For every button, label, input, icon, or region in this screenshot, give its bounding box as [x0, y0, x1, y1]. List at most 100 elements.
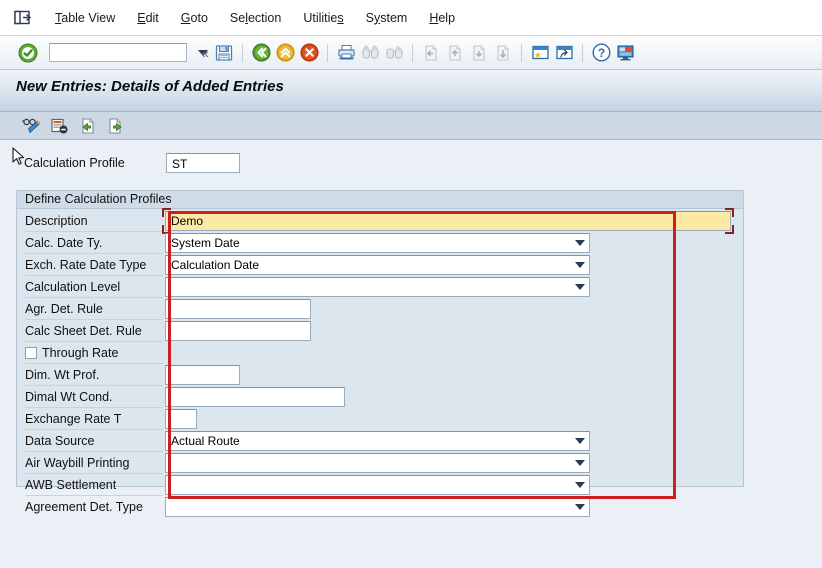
title-band: New Entries: Details of Added Entries [0, 70, 822, 112]
page-title-wrapper: New Entries: Details of Added Entries [16, 78, 284, 95]
menu-item-system[interactable]: System [355, 9, 419, 27]
description-input[interactable]: Demo [165, 211, 731, 231]
chevron-down-icon[interactable] [575, 482, 585, 488]
label-through-rate: Through Rate [42, 346, 119, 360]
data-source-dropdown[interactable]: Actual Route [165, 431, 590, 451]
group-header-label: Define Calculation Profiles [17, 191, 743, 209]
form-row-exch-rate-date-type: Exch. Rate Date Type Calculation Date [17, 254, 743, 276]
create-session-button[interactable] [529, 42, 551, 64]
label-exch-rate-date-type: Exch. Rate Date Type [17, 254, 165, 276]
list-variant-icon[interactable] [48, 115, 72, 137]
chevron-down-icon[interactable] [575, 460, 585, 466]
form-row-description: Description Demo [17, 208, 743, 234]
cancel-button[interactable] [298, 42, 320, 64]
menu-item-table-view[interactable]: TTable Viewable View [44, 9, 126, 27]
agr-det-rule-input[interactable] [165, 299, 311, 319]
calculation-level-dropdown[interactable] [165, 277, 590, 297]
command-field[interactable] [49, 43, 208, 62]
form-rows: Description Demo Calc. Date Ty. System D… [17, 208, 743, 518]
command-input[interactable] [52, 45, 198, 60]
chevron-down-icon[interactable] [575, 284, 585, 290]
label-calculation-level: Calculation Level [17, 276, 165, 298]
toolbar-divider [242, 43, 243, 62]
sap-system-menu-icon[interactable] [12, 9, 34, 27]
chevron-down-icon[interactable] [575, 240, 585, 246]
find-next-button[interactable] [383, 42, 405, 64]
label-air-waybill-printing: Air Waybill Printing [17, 452, 165, 474]
form-row-dim-wt-prof: Dim. Wt Prof. [17, 364, 743, 386]
label-description: Description [17, 210, 165, 232]
menu-item-utilities[interactable]: Utilities [292, 9, 354, 27]
previous-entry-green-left-icon[interactable] [76, 115, 100, 137]
through-rate-checkbox[interactable] [25, 347, 37, 359]
through-rate-checkbox-row[interactable]: Through Rate [17, 342, 165, 364]
form-row-exchange-rate-t: Exchange Rate T [17, 408, 743, 430]
form-row-awb-settlement: AWB Settlement [17, 474, 743, 496]
next-page-button[interactable] [468, 42, 490, 64]
help-button[interactable]: ? [590, 42, 612, 64]
label-calc-sheet-det-rule: Calc Sheet Det. Rule [17, 320, 165, 342]
menu-bar: TTable Viewable View Edit Goto Selection… [0, 0, 822, 36]
content-area: Calculation Profile ST Define Calculatio… [0, 140, 822, 568]
back-button[interactable] [250, 42, 272, 64]
calc-sheet-det-rule-input[interactable] [165, 321, 311, 341]
enter-green-check-icon[interactable] [18, 43, 38, 63]
form-row-calculation-level: Calculation Level [17, 276, 743, 298]
double-chevron-left-icon[interactable]: « [196, 45, 212, 61]
application-toolbar [0, 112, 822, 140]
chevron-down-icon[interactable] [575, 262, 585, 268]
find-button[interactable] [359, 42, 381, 64]
toolbar-divider [521, 43, 522, 62]
exit-button[interactable] [274, 42, 296, 64]
form-row-calc-sheet-det-rule: Calc Sheet Det. Rule [17, 320, 743, 342]
define-calculation-profiles-group: Define Calculation Profiles Description … [16, 190, 744, 517]
page-title: New Entries: Details of Added Entries [16, 78, 284, 95]
label-agreement-det-type: Agreement Det. Type [25, 500, 143, 514]
dim-wt-prof-input[interactable] [165, 365, 240, 385]
last-page-button[interactable] [492, 42, 514, 64]
save-button[interactable] [213, 42, 235, 64]
print-button[interactable] [335, 42, 357, 64]
agreement-det-type-dropdown[interactable] [165, 497, 590, 517]
label-calc-date-type: Calc. Date Ty. [17, 232, 165, 254]
chevron-down-icon[interactable] [575, 504, 585, 510]
label-data-source: Data Source [17, 430, 165, 452]
air-waybill-printing-dropdown[interactable] [165, 453, 590, 473]
toolbar-divider [582, 43, 583, 62]
exch-rate-date-type-value: Calculation Date [171, 258, 260, 272]
label-awb-settlement: AWB Settlement [17, 474, 165, 496]
focus-corner-top-right [725, 208, 734, 217]
form-row-air-waybill-printing: Air Waybill Printing [17, 452, 743, 474]
focus-corner-top-left [162, 208, 171, 217]
customize-layout-button[interactable] [614, 42, 636, 64]
menu-item-selection[interactable]: Selection [219, 9, 292, 27]
svg-text:?: ? [597, 46, 604, 60]
awb-settlement-dropdown[interactable] [165, 475, 590, 495]
form-row-data-source: Data Source Actual Route [17, 430, 743, 452]
toolbar-divider [327, 43, 328, 62]
exch-rate-date-type-dropdown[interactable]: Calculation Date [165, 255, 590, 275]
menu-item-edit[interactable]: Edit [126, 9, 170, 27]
exchange-rate-t-input[interactable] [165, 409, 197, 429]
menu-item-help[interactable]: Help [418, 9, 466, 27]
glasses-pencil-icon[interactable] [20, 115, 44, 137]
data-source-value: Actual Route [171, 434, 240, 448]
next-entry-green-right-icon[interactable] [104, 115, 128, 137]
calculation-profile-field[interactable]: ST [166, 153, 240, 173]
menu-item-goto[interactable]: Goto [170, 9, 219, 27]
previous-page-button[interactable] [444, 42, 466, 64]
dimal-wt-cond-input[interactable] [165, 387, 345, 407]
chevron-down-icon[interactable] [575, 438, 585, 444]
first-page-button[interactable] [420, 42, 442, 64]
form-row-agreement-det-type: Agreement Det. Type [17, 496, 743, 518]
label-dim-wt-prof: Dim. Wt Prof. [17, 364, 165, 386]
calc-date-type-value: System Date [171, 236, 240, 250]
form-row-through-rate: Through Rate [17, 342, 743, 364]
label-exchange-rate-t: Exchange Rate T [17, 408, 165, 430]
create-shortcut-button[interactable] [553, 42, 575, 64]
form-row-calc-date-type: Calc. Date Ty. System Date [17, 232, 743, 254]
calculation-profile-label: Calculation Profile [24, 156, 125, 170]
calc-date-type-dropdown[interactable]: System Date [165, 233, 590, 253]
toolbar-divider [412, 43, 413, 62]
description-field-wrapper: Demo [162, 208, 734, 234]
